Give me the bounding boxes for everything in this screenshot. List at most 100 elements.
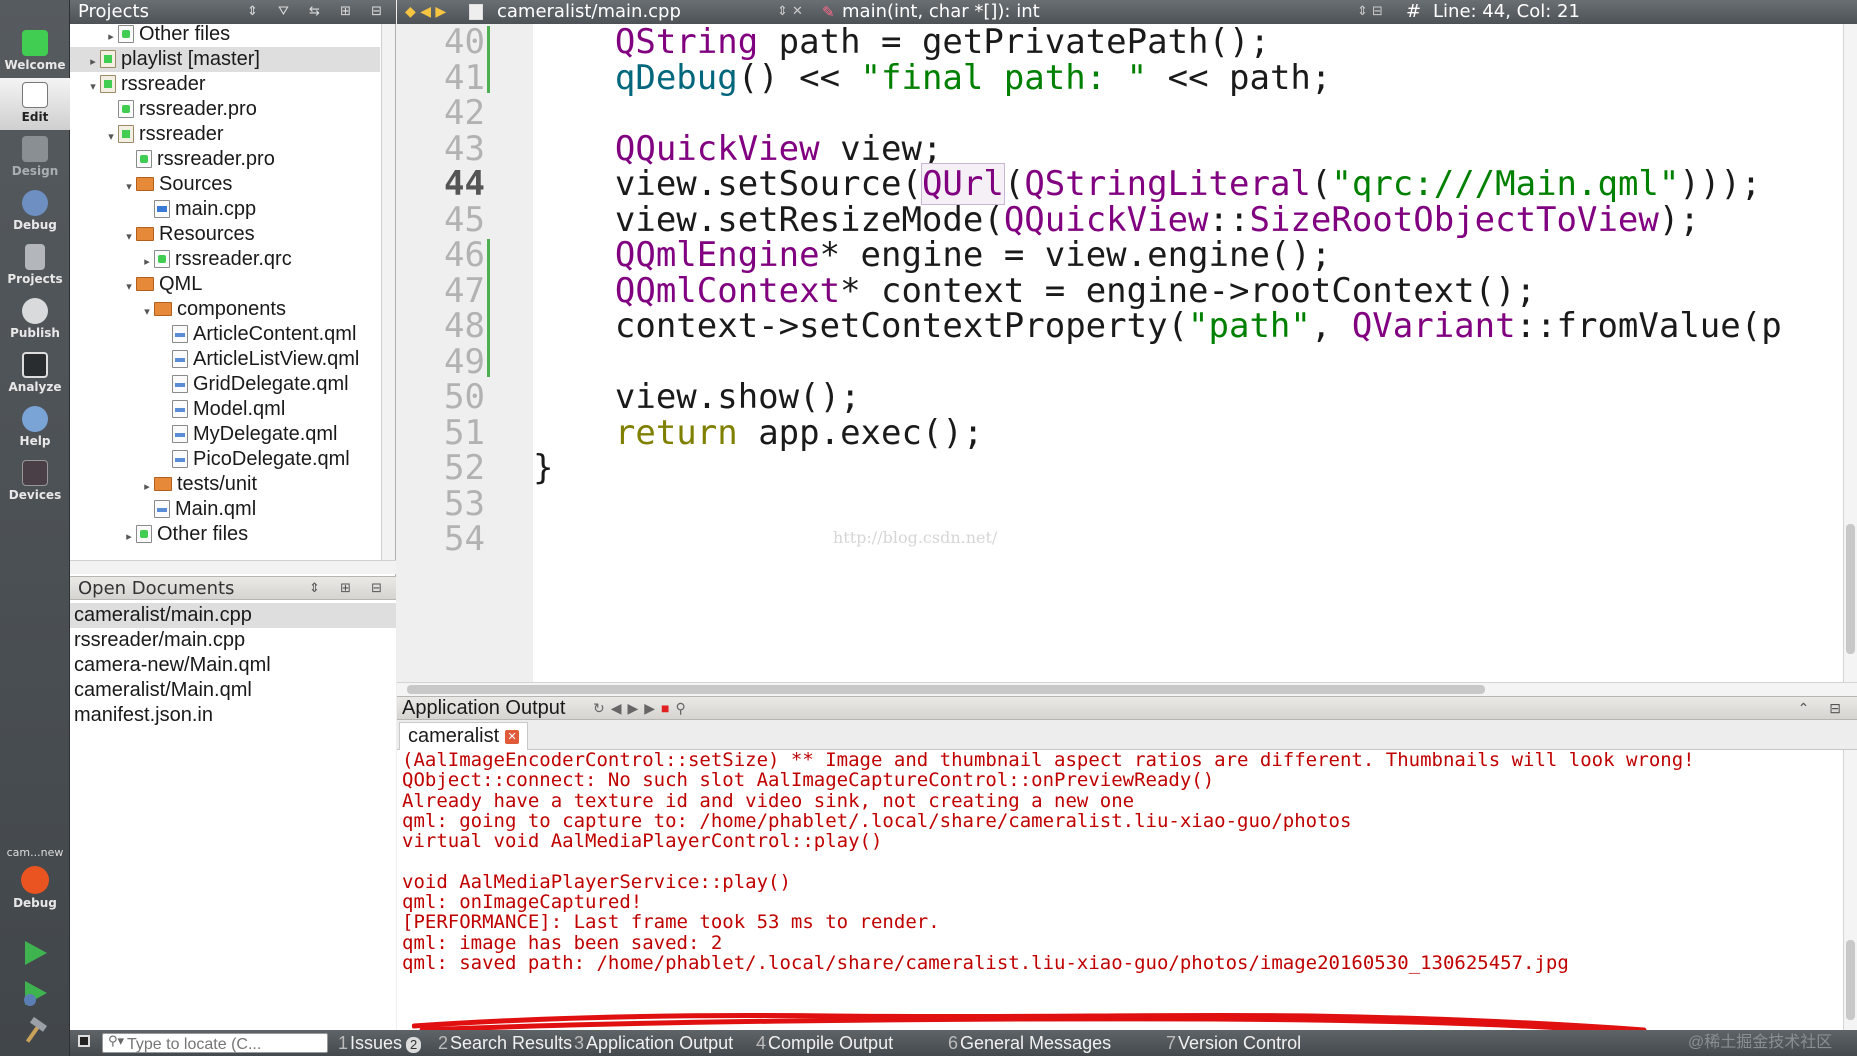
- output-pane-button[interactable]: 3 Application Output: [574, 1033, 733, 1053]
- output-pane-button[interactable]: 1 Issues 2: [338, 1033, 422, 1053]
- mode-devices[interactable]: Devices: [0, 456, 70, 508]
- scroll-thumb[interactable]: [1846, 524, 1855, 654]
- code-editor[interactable]: 40 41 42 43 44 45 46 47 48 49 50 51 52 53 54 QString p…: [397, 24, 1843, 682]
- tree-item[interactable]: ArticleListView.qml: [70, 347, 380, 372]
- code-token: "final path: ": [860, 57, 1148, 98]
- tree-item[interactable]: rssreader.pro: [70, 97, 380, 122]
- output-pane-button[interactable]: 2 Search Results: [438, 1033, 572, 1053]
- pane-label: Compile Output: [768, 1033, 894, 1053]
- open-document-item[interactable]: camera-new/Main.qml: [74, 653, 392, 678]
- tree-item[interactable]: Model.qml: [70, 397, 380, 422]
- tree-item[interactable]: ▾ Sources: [70, 172, 380, 197]
- tree-item[interactable]: GridDelegate.qml: [70, 372, 380, 397]
- qml-file-icon: [172, 400, 188, 418]
- code-token: context->setContextProperty(: [533, 306, 1189, 346]
- analyze-monitor-icon: [22, 352, 48, 378]
- tree-item[interactable]: ▸ playlist [master]: [70, 47, 380, 72]
- mode-projects[interactable]: Projects: [0, 240, 70, 292]
- current-file-selector[interactable]: cameralist/main.cpp: [497, 0, 681, 24]
- toggle-sidebar-icon[interactable]: [78, 1035, 90, 1047]
- tree-item[interactable]: main.cpp: [70, 197, 380, 222]
- tree-item-label: QML: [159, 273, 203, 295]
- mode-analyze[interactable]: Analyze: [0, 348, 70, 400]
- close-document-icon[interactable]: ⇕ ✕: [777, 0, 803, 24]
- editor-vertical-scrollbar[interactable]: [1843, 24, 1857, 682]
- output-pane-button[interactable]: 4 Compile Output: [756, 1033, 893, 1053]
- tree-item-label: Resources: [159, 223, 255, 245]
- tree-item[interactable]: Main.qml: [70, 497, 380, 522]
- output-tab[interactable]: cameralist ✕: [399, 722, 529, 750]
- open-document-item[interactable]: cameralist/main.cpp: [70, 603, 396, 628]
- output-line: qml: saved path: /home/phablet/.local/sh…: [402, 952, 1569, 974]
- debug-bug-icon: [22, 190, 48, 216]
- open-document-item[interactable]: cameralist/Main.qml: [74, 678, 392, 703]
- projects-wrench-icon: [25, 244, 45, 270]
- tree-item[interactable]: ▾ rssreader: [70, 72, 380, 97]
- tree-item[interactable]: PicoDelegate.qml: [70, 447, 380, 472]
- tree-item[interactable]: ▸ tests/unit: [70, 472, 380, 497]
- tree-item-label: MyDelegate.qml: [193, 423, 338, 445]
- close-tab-icon[interactable]: ✕: [505, 730, 520, 744]
- start-debugging-icon[interactable]: [20, 978, 50, 1008]
- output-pane-button[interactable]: 6 General Messages: [948, 1033, 1111, 1053]
- mode-design[interactable]: Design: [0, 132, 70, 184]
- corner-watermark: @稀土掘金技术社区: [1688, 1034, 1833, 1051]
- line-number: 54: [444, 519, 485, 559]
- tree-item[interactable]: MyDelegate.qml: [70, 422, 380, 447]
- output-pane-button[interactable]: 7 Version Control: [1166, 1033, 1301, 1053]
- tree-item[interactable]: ▾ QML: [70, 272, 380, 297]
- code-line: qDebug() << "final path: " << path;: [533, 57, 1331, 99]
- help-question-icon: [22, 406, 48, 432]
- output-controls[interactable]: ↻◀▶▶■⚲: [593, 697, 692, 720]
- tree-item-label: rssreader.pro: [157, 148, 275, 170]
- stop-icon[interactable]: ■: [661, 700, 675, 716]
- editor-horizontal-scrollbar[interactable]: [397, 682, 1857, 696]
- mode-help[interactable]: Help: [0, 402, 70, 454]
- tree-item[interactable]: ▸ rssreader.qrc: [70, 247, 380, 272]
- output-vertical-scrollbar[interactable]: [1843, 750, 1857, 1030]
- tree-item[interactable]: rssreader.pro: [70, 147, 380, 172]
- build-hammer-icon[interactable]: [20, 1016, 50, 1046]
- pane-header-controls[interactable]: ⇕ ⛛ ⇆ ⊞ ⊟: [247, 0, 390, 24]
- project-tree-scrollbar[interactable]: [381, 24, 395, 560]
- kit-selector-button[interactable]: Debug: [0, 862, 70, 914]
- pane-number: 6: [948, 1033, 959, 1053]
- tree-item[interactable]: ▾ rssreader: [70, 122, 380, 147]
- code-token: QVariant: [1351, 306, 1516, 346]
- tree-item[interactable]: ▸ Other files: [70, 24, 380, 47]
- project-tree-hscrollbar[interactable]: [70, 560, 396, 574]
- scroll-thumb[interactable]: [1846, 940, 1855, 1020]
- tree-item[interactable]: ArticleContent.qml: [70, 322, 380, 347]
- scroll-thumb[interactable]: [407, 685, 1485, 694]
- mode-debug[interactable]: Debug: [0, 186, 70, 238]
- run-icon[interactable]: [20, 938, 50, 968]
- expand-arrow-icon[interactable]: ▸: [122, 525, 136, 550]
- mode-label: Design: [11, 164, 59, 178]
- maximize-close-icons[interactable]: ⌃ ⊟: [1798, 697, 1849, 720]
- output-tab-bar: cameralist ✕: [397, 720, 1857, 750]
- mode-welcome[interactable]: Welcome: [0, 26, 70, 78]
- tree-item-label: Model.qml: [193, 398, 286, 420]
- mode-publish[interactable]: Publish: [0, 294, 70, 346]
- mode-label: Publish: [10, 326, 60, 340]
- pane-header-controls[interactable]: ⇕ ⊞ ⊟: [309, 577, 390, 601]
- pane-label: Application Output: [586, 1033, 734, 1053]
- qml-file-icon: [172, 325, 188, 343]
- tree-item-label: tests/unit: [177, 473, 258, 495]
- cpp-file-icon: [469, 4, 483, 20]
- open-document-item[interactable]: rssreader/main.cpp: [74, 628, 392, 653]
- mode-edit[interactable]: Edit: [0, 78, 70, 130]
- locator[interactable]: ⚲▾: [102, 1033, 328, 1054]
- folder-icon: [154, 302, 172, 316]
- application-output-text[interactable]: (AalImageEncoderControl::setSize) ** Ima…: [397, 750, 1843, 1030]
- symbol-selector[interactable]: main(int, char *[]): int: [842, 0, 1040, 24]
- back-forward-icon[interactable]: ◆ ◀ ▶: [405, 0, 446, 24]
- split-icon[interactable]: ⇕ ⊟: [1357, 0, 1383, 24]
- tree-item[interactable]: ▸ Other files: [70, 522, 380, 547]
- tree-item[interactable]: ▾ components: [70, 297, 380, 322]
- locator-input[interactable]: [127, 1036, 323, 1054]
- tree-item[interactable]: ▾ Resources: [70, 222, 380, 247]
- open-document-item[interactable]: manifest.json.in: [74, 703, 392, 728]
- projects-pane-header: Projects ⇕ ⛛ ⇆ ⊞ ⊟: [70, 0, 396, 24]
- cursor-position[interactable]: Line: 44, Col: 21: [1433, 0, 1580, 24]
